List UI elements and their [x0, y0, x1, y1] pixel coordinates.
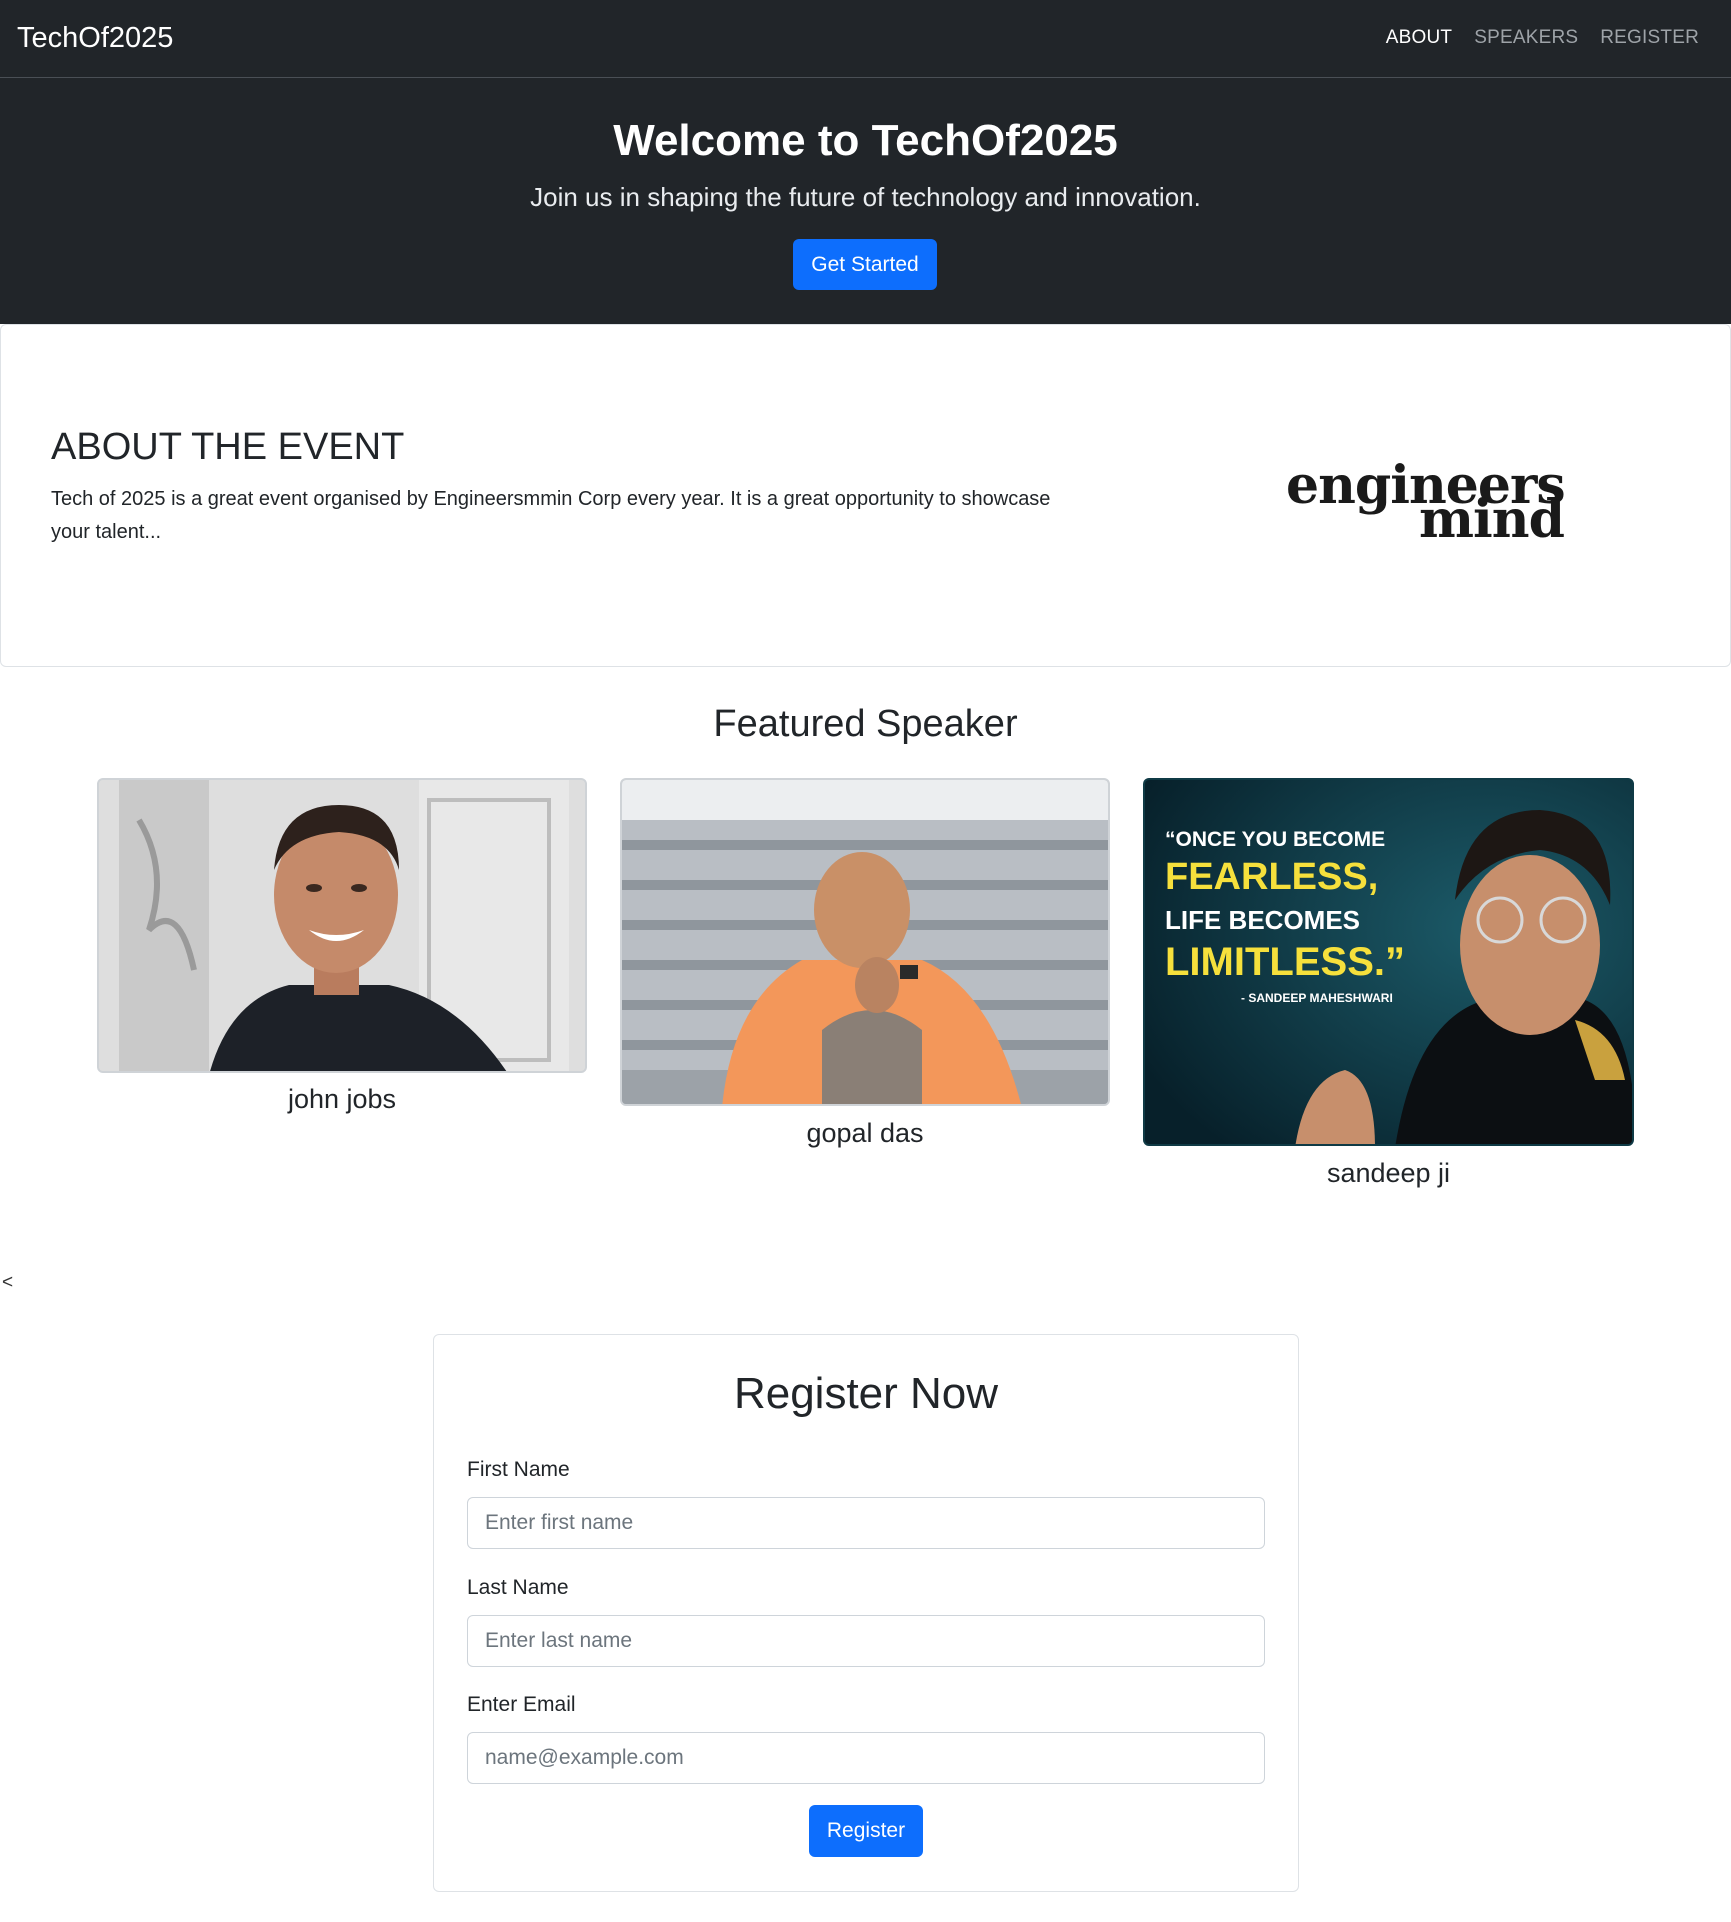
speaker-name: gopal das: [806, 1118, 924, 1148]
last-name-label: Last Name: [467, 1576, 569, 1599]
email-input[interactable]: [467, 1732, 1265, 1784]
nav-link-register[interactable]: REGISTER: [1600, 27, 1699, 49]
register-form: Register Now First Name Last Name Enter …: [433, 1334, 1299, 1892]
register-button[interactable]: Register: [809, 1805, 923, 1857]
quote-line-4: LIMITLESS.”: [1165, 940, 1405, 984]
speaker-photo: [97, 778, 587, 1073]
about-text: Tech of 2025 is a great event organised …: [51, 488, 1051, 543]
speaker-name: sandeep ji: [1326, 1158, 1451, 1188]
quote-line-3: LIFE BECOMES: [1165, 905, 1361, 935]
speakers-title: Featured Speaker: [713, 703, 1018, 745]
first-name-input[interactable]: [467, 1497, 1265, 1549]
speaker-card: “ONCE YOU BECOME FEARLESS, LIFE BECOMES …: [1143, 778, 1634, 1198]
hero-title: Welcome to TechOf2025: [613, 116, 1118, 165]
speaker-photo: [620, 778, 1110, 1106]
register-title: Register Now: [733, 1369, 999, 1418]
first-name-label: First Name: [467, 1458, 570, 1481]
hero-section: Welcome to TechOf2025 Join us in shaping…: [0, 78, 1731, 324]
speaker-photo: “ONCE YOU BECOME FEARLESS, LIFE BECOMES …: [1143, 778, 1634, 1146]
quote-line-2: FEARLESS,: [1165, 856, 1379, 898]
about-title: ABOUT THE EVENT: [51, 426, 405, 468]
speaker-name: john jobs: [287, 1084, 397, 1114]
engineers-mind-logo: engineers mind: [1281, 455, 1566, 550]
speaker-photo-image: [99, 780, 585, 1071]
hero-subtitle: Join us in shaping the future of technol…: [530, 182, 1201, 212]
speaker-quote: “ONCE YOU BECOME FEARLESS, LIFE BECOMES …: [1165, 828, 1425, 1005]
logo-line-2: mind: [1419, 489, 1565, 550]
last-name-input[interactable]: [467, 1615, 1265, 1667]
nav-link-about[interactable]: ABOUT: [1386, 27, 1452, 49]
brand-logo[interactable]: TechOf2025: [17, 22, 173, 55]
quote-line-1: “ONCE YOU BECOME: [1165, 828, 1386, 851]
carousel-prev-button[interactable]: <: [2, 1272, 13, 1294]
get-started-button[interactable]: Get Started: [793, 239, 937, 290]
quote-attribution: - SANDEEP MAHESHWARI: [1241, 991, 1393, 1005]
email-label: Enter Email: [467, 1693, 576, 1716]
about-section: ABOUT THE EVENT Tech of 2025 is a great …: [0, 324, 1731, 667]
speaker-photo-image: [622, 780, 1108, 1104]
nav-links: ABOUT SPEAKERS REGISTER: [1386, 27, 1699, 49]
navbar: TechOf2025 ABOUT SPEAKERS REGISTER: [0, 0, 1731, 78]
speaker-card: john jobs: [97, 778, 587, 1158]
nav-link-speakers[interactable]: SPEAKERS: [1474, 27, 1578, 49]
speaker-card: gopal das: [620, 778, 1110, 1158]
